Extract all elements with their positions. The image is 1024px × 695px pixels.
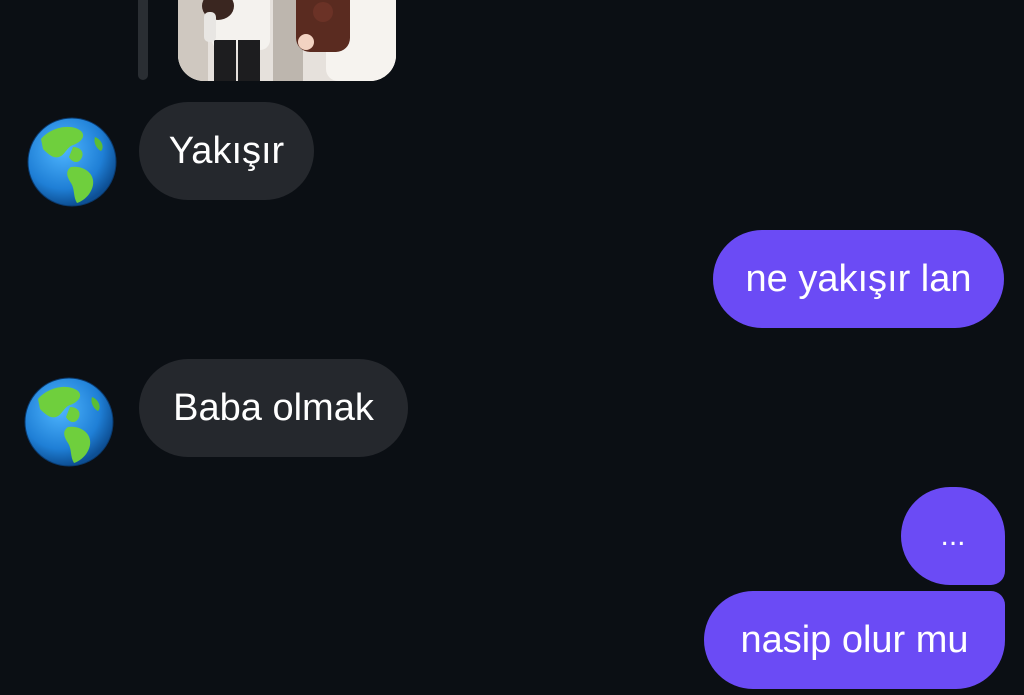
earth-globe-americas-icon — [24, 377, 114, 467]
incoming-message-bubble[interactable]: Baba olmak — [139, 359, 408, 457]
contact-avatar[interactable] — [27, 117, 117, 207]
incoming-message-bubble[interactable]: Yakışır — [139, 102, 314, 200]
outgoing-message-bubble[interactable]: ... — [901, 487, 1005, 585]
message-text: Yakışır — [168, 130, 285, 172]
reply-thread-line — [138, 0, 148, 80]
chat-thread: Yakışır ne yakışır lan Baba olmak ... na… — [0, 0, 1024, 695]
outgoing-message-bubble[interactable]: ne yakışır lan — [713, 230, 1004, 328]
earth-globe-americas-icon — [27, 117, 117, 207]
message-text: ne yakışır lan — [745, 258, 972, 300]
message-text: ... — [940, 519, 966, 552]
shared-photo-thumbnail[interactable] — [178, 0, 396, 81]
message-text: nasip olur mu — [740, 619, 969, 661]
message-text: Baba olmak — [173, 387, 374, 429]
outgoing-message-bubble[interactable]: nasip olur mu — [704, 591, 1005, 689]
contact-avatar[interactable] — [24, 377, 114, 467]
